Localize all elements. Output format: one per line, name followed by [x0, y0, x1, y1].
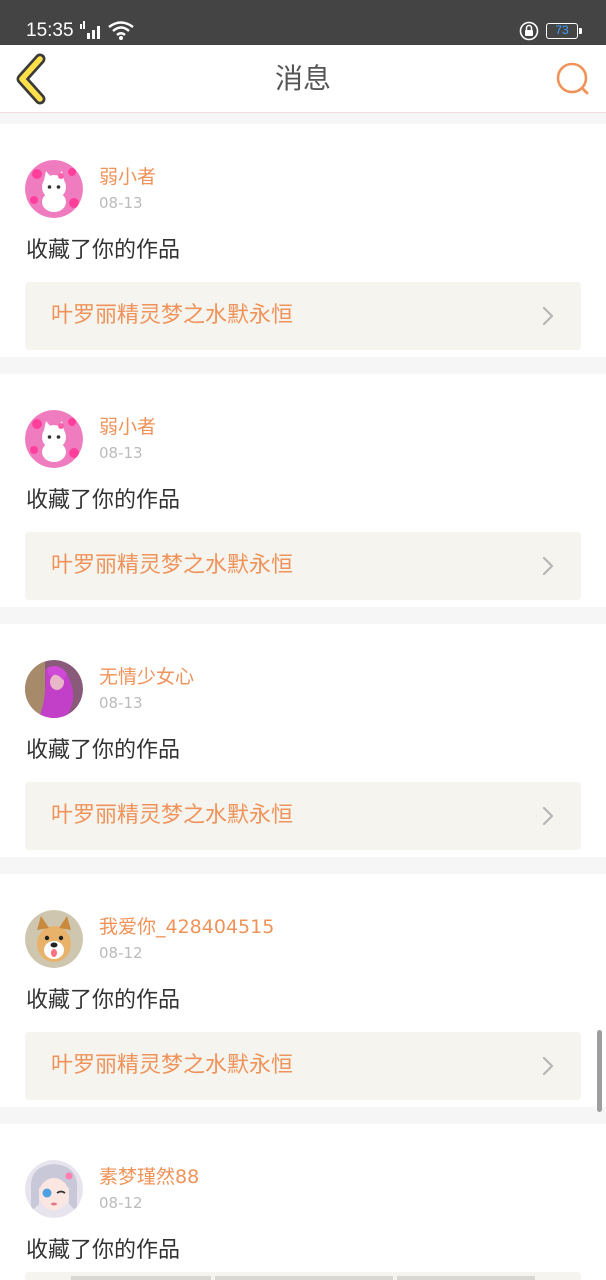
user-name[interactable]: 我爱你_428404515	[99, 914, 274, 940]
work-link[interactable]: 叶罗丽精灵梦之水默永恒	[25, 282, 581, 350]
message-card: 无情少女心 08-13 收藏了你的作品 叶罗丽精灵梦之水默永恒	[0, 624, 606, 857]
action-text: 收藏了你的作品	[26, 988, 181, 1013]
scrollbar[interactable]	[597, 1030, 602, 1112]
battery-level: 73	[555, 23, 569, 37]
work-link[interactable]: 叶罗丽精灵梦之水默永恒	[25, 532, 581, 600]
message-date: 08-12	[99, 1194, 143, 1212]
work-title: 叶罗丽精灵梦之水默永恒	[51, 303, 294, 328]
message-card: 素梦瑾然88 08-12 收藏了你的作品	[0, 1124, 606, 1280]
avatar[interactable]	[25, 910, 83, 968]
pink-cat-avatar	[25, 410, 83, 468]
message-date: 08-13	[99, 694, 143, 712]
work-link[interactable]	[25, 1272, 581, 1280]
work-title: 叶罗丽精灵梦之水默永恒	[51, 803, 294, 828]
action-text: 收藏了你的作品	[26, 738, 181, 763]
nav-bar: 消息	[0, 45, 606, 113]
chevron-right-icon	[542, 306, 554, 326]
message-card: 弱小者 08-13 收藏了你的作品 叶罗丽精灵梦之水默永恒	[0, 374, 606, 607]
user-name[interactable]: 弱小者	[99, 164, 156, 190]
message-card: 我爱你_428404515 08-12 收藏了你的作品 叶罗丽精灵梦之水默永恒	[0, 874, 606, 1107]
avatar[interactable]	[25, 660, 83, 718]
page-title: 消息	[274, 62, 331, 95]
message-date: 08-13	[99, 444, 143, 462]
action-text: 收藏了你的作品	[26, 488, 181, 513]
action-text: 收藏了你的作品	[26, 238, 181, 263]
avatar[interactable]	[25, 1160, 83, 1218]
work-title: 叶罗丽精灵梦之水默永恒	[51, 1053, 294, 1078]
user-name[interactable]: 弱小者	[99, 414, 156, 440]
purple-girl-avatar	[25, 660, 83, 718]
user-name[interactable]: 素梦瑾然88	[99, 1164, 199, 1190]
status-bar: 15:35 73	[0, 0, 606, 45]
signal-icon	[80, 21, 100, 39]
search-button[interactable]	[551, 58, 595, 102]
action-text: 收藏了你的作品	[26, 1238, 181, 1263]
pink-cat-avatar	[25, 160, 83, 218]
chevron-right-icon	[542, 806, 554, 826]
lock-rotation-icon	[519, 21, 539, 41]
status-time: 15:35	[26, 20, 74, 41]
work-link[interactable]: 叶罗丽精灵梦之水默永恒	[25, 782, 581, 850]
work-link[interactable]: 叶罗丽精灵梦之水默永恒	[25, 1032, 581, 1100]
message-date: 08-13	[99, 194, 143, 212]
wifi-icon	[108, 21, 134, 40]
search-icon	[556, 62, 589, 95]
chevron-right-icon	[542, 556, 554, 576]
avatar[interactable]	[25, 410, 83, 468]
user-name[interactable]: 无情少女心	[99, 664, 194, 690]
message-date: 08-12	[99, 944, 143, 962]
message-card: 弱小者 08-13 收藏了你的作品 叶罗丽精灵梦之水默永恒	[0, 124, 606, 357]
avatar[interactable]	[25, 160, 83, 218]
battery-icon: 73	[546, 23, 582, 39]
work-title: 叶罗丽精灵梦之水默永恒	[51, 553, 294, 578]
chevron-right-icon	[542, 1056, 554, 1076]
anime-girl-avatar	[25, 1160, 83, 1218]
puppy-avatar	[25, 910, 83, 968]
